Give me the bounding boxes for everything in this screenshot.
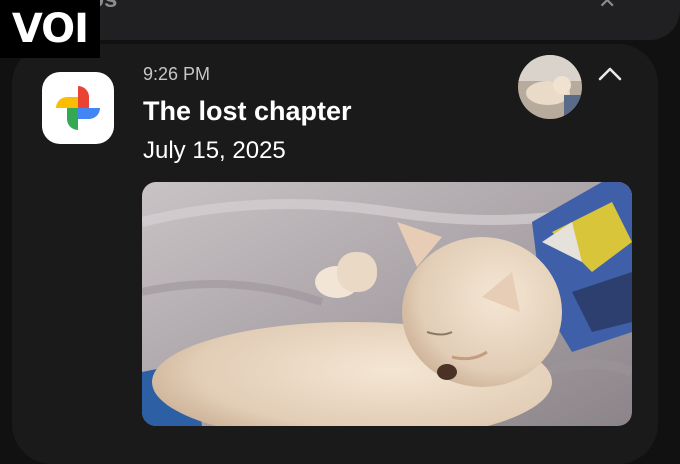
notification-date: July 15, 2025 [143,137,286,164]
notification-time: 9:26 PM [143,64,211,84]
chevron-up-icon[interactable] [596,64,624,84]
google-photos-icon [42,72,114,144]
close-icon[interactable]: ✕ [598,0,616,14]
sleeping-cat-photo[interactable] [142,182,632,426]
voi-watermark-logo: VOI [0,0,100,58]
cat-thumbnail[interactable] [518,55,582,119]
notification-title: The lost chapter [143,96,352,126]
